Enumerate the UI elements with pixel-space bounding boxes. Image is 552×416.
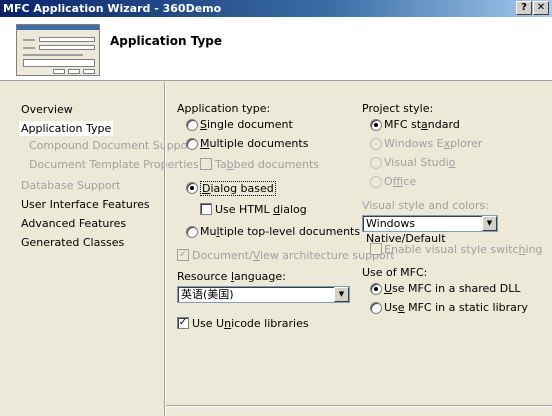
docview-checkbox: ✓ <box>177 249 189 261</box>
tabbed-documents-checkbox <box>200 158 212 170</box>
mfc-standard-radio[interactable] <box>370 119 382 131</box>
wizard-preview-icon <box>16 24 100 76</box>
nav-item-database-support: Database Support <box>21 179 121 192</box>
dialog-based-radio[interactable] <box>186 182 198 194</box>
chevron-down-icon[interactable]: ▼ <box>334 287 349 302</box>
use-html-dialog-checkbox[interactable] <box>200 203 212 215</box>
resource-language-value: 英语(美国) <box>181 288 234 301</box>
visual-studio-radio <box>370 157 382 169</box>
wizard-window: MFC Application Wizard - 360Demo ? ✕ App… <box>0 0 552 416</box>
visual-style-label: Visual style and colors: <box>362 199 489 212</box>
nav-item-overview[interactable]: Overview <box>21 103 73 116</box>
mfc-standard-label[interactable]: MFC standard <box>384 118 460 131</box>
multiple-documents-radio[interactable] <box>186 138 198 150</box>
nav-item-generated-classes[interactable]: Generated Classes <box>21 236 124 249</box>
wizard-nav: Overview Application Type Compound Docum… <box>0 82 199 416</box>
application-type-heading: Application type: <box>177 102 271 115</box>
title-bar[interactable]: MFC Application Wizard - 360Demo ? ✕ <box>0 0 552 17</box>
single-document-label[interactable]: Single document <box>200 118 293 131</box>
multiple-documents-label[interactable]: Multiple documents <box>200 137 308 150</box>
window-title: MFC Application Wizard - 360Demo <box>3 2 222 15</box>
enable-visual-style-label: Enable visual style switching <box>384 243 543 256</box>
unicode-label[interactable]: Use Unicode libraries <box>192 317 309 330</box>
windows-explorer-radio <box>370 138 382 150</box>
visual-style-select[interactable]: Windows Native/Default ▼ <box>362 215 498 245</box>
nav-item-application-type[interactable]: Application Type <box>19 121 114 136</box>
use-html-dialog-label[interactable]: Use HTML dialog <box>215 203 307 216</box>
page-title: Application Type <box>110 34 223 48</box>
project-style-heading: Project style: <box>362 102 434 115</box>
single-document-radio[interactable] <box>186 119 198 131</box>
resource-language-label: Resource language: <box>177 270 286 283</box>
chevron-down-icon[interactable]: ▼ <box>482 216 497 231</box>
office-radio <box>370 176 382 188</box>
help-button[interactable]: ? <box>516 1 532 15</box>
multiple-top-level-label[interactable]: Multiple top-level documents <box>200 225 360 238</box>
mfc-static-library-radio[interactable] <box>370 302 382 314</box>
close-button[interactable]: ✕ <box>533 1 549 15</box>
mfc-static-library-label[interactable]: Use MFC in a static library <box>384 301 528 314</box>
nav-item-document-template-properties: Document Template Properties <box>29 158 199 171</box>
nav-item-advanced-features[interactable]: Advanced Features <box>21 217 126 230</box>
nav-item-compound-document-support: Compound Document Support <box>29 139 197 152</box>
visual-style-value: Windows Native/Default <box>366 217 446 245</box>
mfc-shared-dll-radio[interactable] <box>370 283 382 295</box>
docview-label: Document/View architecture support <box>192 249 395 262</box>
dialog-based-label[interactable]: Dialog based <box>200 181 276 196</box>
office-label: Office <box>384 175 417 188</box>
enable-visual-style-checkbox <box>370 243 382 255</box>
nav-item-user-interface-features[interactable]: User Interface Features <box>21 198 150 211</box>
mfc-shared-dll-label[interactable]: Use MFC in a shared DLL <box>384 282 521 295</box>
multiple-top-level-radio[interactable] <box>186 226 198 238</box>
header-banner: Application Type <box>0 17 552 81</box>
windows-explorer-label: Windows Explorer <box>384 137 483 150</box>
use-of-mfc-heading: Use of MFC: <box>362 266 428 279</box>
tabbed-documents-label: Tabbed documents <box>215 158 320 171</box>
pane-divider <box>164 82 166 416</box>
resource-language-select[interactable]: 英语(美国) ▼ <box>177 286 350 303</box>
bottom-divider <box>166 405 552 407</box>
unicode-checkbox[interactable]: ✓ <box>177 317 189 329</box>
visual-studio-label: Visual Studio <box>384 156 456 169</box>
